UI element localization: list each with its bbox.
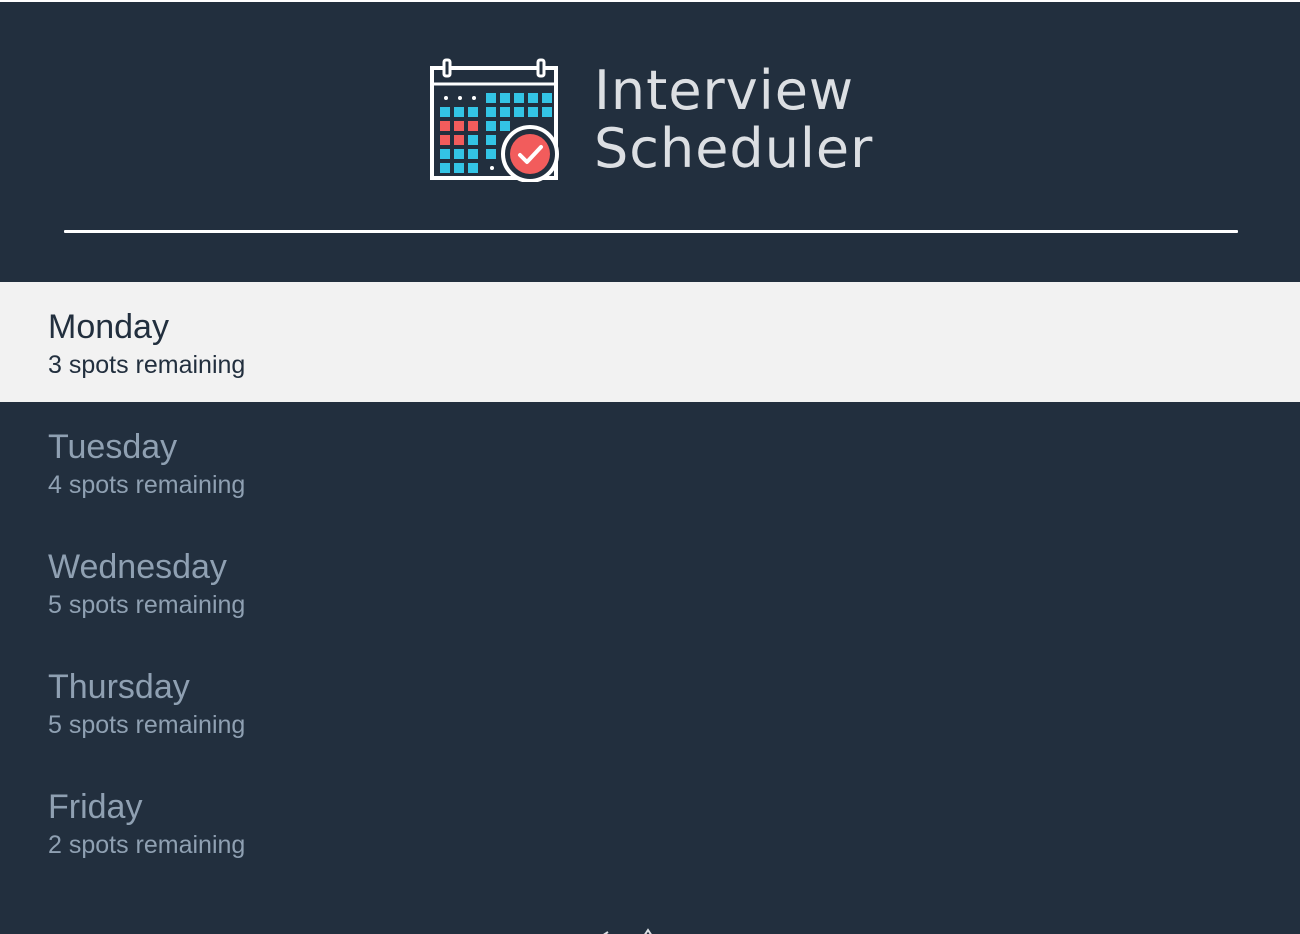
day-item-friday[interactable]: Friday 2 spots remaining (0, 762, 1300, 882)
day-spots-remaining: 5 spots remaining (48, 591, 246, 619)
day-item-monday[interactable]: Monday 3 spots remaining (0, 282, 1300, 402)
app-title: Interview Scheduler (594, 62, 873, 178)
day-item-thursday[interactable]: Thursday 5 spots remaining (0, 642, 1300, 762)
header-divider (64, 230, 1238, 233)
day-item-tuesday[interactable]: Tuesday 4 spots remaining (0, 402, 1300, 522)
app-window: Interview Scheduler Monday 3 spots remai… (0, 0, 1300, 934)
calendar-check-icon (430, 58, 559, 182)
day-name: Monday (48, 308, 169, 346)
day-item-wednesday[interactable]: Wednesday 5 spots remaining (0, 522, 1300, 642)
day-spots-remaining: 3 spots remaining (48, 351, 246, 379)
day-spots-remaining: 5 spots remaining (48, 711, 246, 739)
day-name: Friday (48, 788, 143, 826)
day-name: Tuesday (48, 428, 178, 466)
day-spots-remaining: 2 spots remaining (48, 831, 246, 859)
app-title-line2: Scheduler (594, 117, 874, 180)
day-name: Thursday (48, 668, 190, 706)
sidebar-header: Interview Scheduler (0, 2, 1300, 282)
day-spots-remaining: 4 spots remaining (48, 471, 246, 499)
app-logo: Interview Scheduler (430, 58, 873, 182)
footer-logo-fragment (603, 928, 652, 934)
day-list: Monday 3 spots remaining Tuesday 4 spots… (0, 282, 1300, 882)
app-title-line1: Interview (594, 59, 855, 122)
day-name: Wednesday (48, 548, 227, 586)
